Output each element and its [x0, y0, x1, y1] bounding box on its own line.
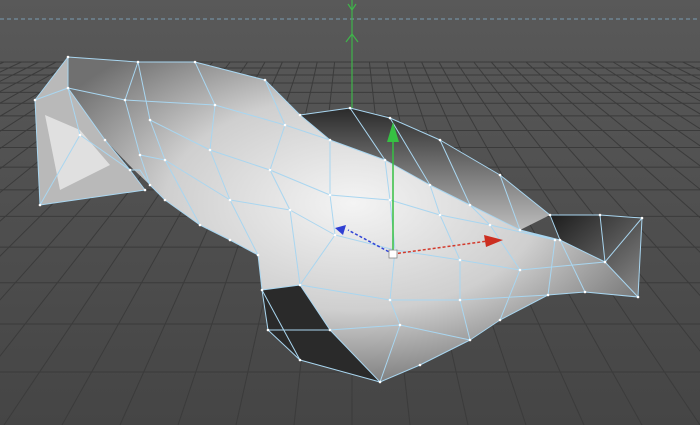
- mesh-vertex: [583, 290, 587, 294]
- mesh-vertex: [546, 293, 550, 297]
- mesh-vertex: [458, 258, 462, 262]
- mesh-vertex: [383, 158, 387, 162]
- mesh-vertex: [128, 168, 132, 172]
- mesh-vertex: [498, 318, 502, 322]
- mesh-vertex: [260, 288, 264, 292]
- mesh-vertex: [163, 158, 167, 162]
- mesh-vertex: [468, 338, 472, 342]
- mesh-vertex: [193, 60, 197, 64]
- mesh-vertex: [518, 268, 522, 272]
- mesh-vertex: [558, 238, 562, 242]
- mesh-vertex: [66, 55, 70, 59]
- mesh-vertex: [138, 153, 142, 157]
- mesh-vertex: [228, 238, 232, 242]
- mesh-vertex: [458, 298, 462, 302]
- mesh-vertex: [148, 183, 152, 187]
- mesh-vertex: [256, 253, 260, 257]
- mesh-vertex: [348, 106, 352, 110]
- mesh-vertex: [78, 133, 82, 137]
- mesh-vertex: [428, 183, 432, 187]
- mesh-vertex: [288, 208, 292, 212]
- mesh-vertex: [228, 198, 232, 202]
- mesh-vertex: [418, 363, 422, 367]
- mesh-vertex: [468, 203, 472, 207]
- mesh-vertex: [640, 216, 644, 220]
- 3d-viewport[interactable]: [0, 0, 700, 425]
- mesh-vertex: [438, 213, 442, 217]
- mesh-vertex: [66, 86, 70, 90]
- mesh-vertex: [548, 213, 552, 217]
- mesh-vertex: [553, 238, 557, 242]
- mesh-vertex: [603, 260, 607, 264]
- mesh-vertex: [268, 168, 272, 172]
- mesh-vertex: [438, 138, 442, 142]
- mesh-vertex: [198, 223, 202, 227]
- mesh-vertex: [263, 78, 267, 82]
- mesh-vertex: [283, 123, 287, 127]
- mesh-vertex: [148, 118, 152, 122]
- mesh-vertex: [328, 193, 332, 197]
- mesh-vertex: [213, 103, 217, 107]
- mesh-vertex: [143, 188, 147, 192]
- mesh-vertex: [208, 148, 212, 152]
- mesh-vertex: [328, 328, 332, 332]
- mesh-vertex: [163, 198, 167, 202]
- mesh-vertex: [388, 298, 392, 302]
- mesh-vertex: [388, 198, 392, 202]
- viewport-canvas[interactable]: [0, 0, 700, 425]
- mesh-vertex: [38, 203, 42, 207]
- mesh-vertex: [328, 138, 332, 142]
- mesh-vertex: [378, 380, 382, 384]
- mesh-vertex: [298, 358, 302, 362]
- mesh-vertex: [636, 295, 640, 299]
- mesh-vertex: [488, 223, 492, 227]
- mesh-vertex: [33, 98, 37, 102]
- mesh-vertex: [266, 328, 270, 332]
- mesh-vertex: [123, 98, 127, 102]
- mesh-vertex: [388, 116, 392, 120]
- gizmo-center-handle[interactable]: [388, 249, 398, 259]
- mesh-vertex: [298, 283, 302, 287]
- mesh-vertex: [498, 173, 502, 177]
- mesh-vertex: [398, 323, 402, 327]
- mesh-vertex: [298, 113, 302, 117]
- mesh-vertex: [103, 138, 107, 142]
- mesh-vertex: [333, 233, 337, 237]
- mesh-vertex: [136, 60, 140, 64]
- mesh-vertex: [518, 228, 522, 232]
- mesh-vertex: [598, 213, 602, 217]
